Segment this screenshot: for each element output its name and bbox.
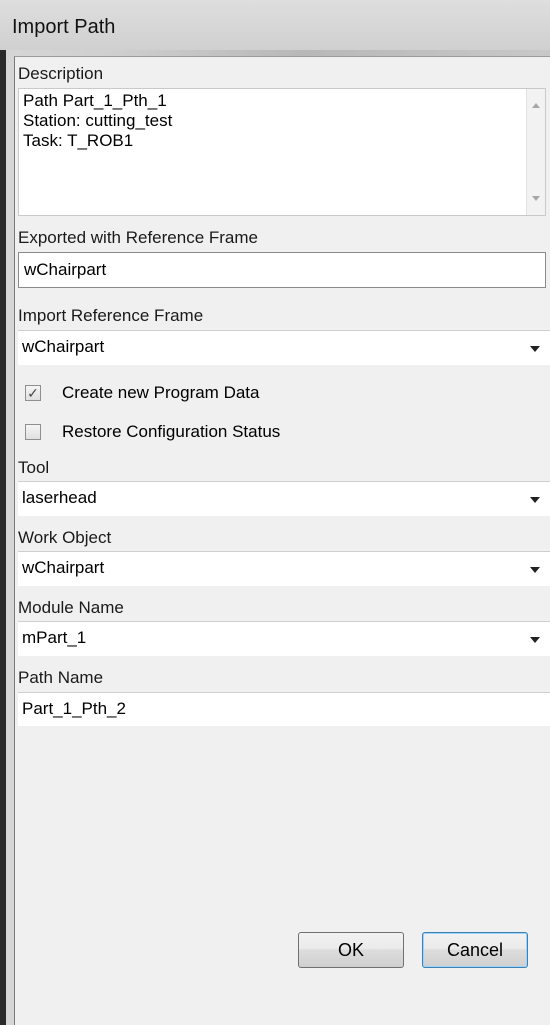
restore-config-label[interactable]: Restore Configuration Status [62, 422, 280, 442]
description-line: Station: cutting_test [23, 111, 173, 130]
module-name-value: mPart_1 [22, 628, 87, 647]
scroll-up-arrow-icon[interactable] [532, 103, 540, 108]
checkmark-icon: ✓ [27, 385, 39, 401]
dialog-title: Import Path [0, 0, 550, 50]
cancel-button[interactable]: Cancel [422, 932, 528, 968]
chevron-down-icon[interactable] [530, 637, 540, 643]
chevron-down-icon[interactable] [530, 497, 540, 503]
restore-config-checkbox[interactable] [25, 424, 41, 440]
exported-ref-value: wChairpart [24, 260, 107, 279]
description-label: Description [18, 64, 104, 83]
description-textarea[interactable]: Path Part_1_Pth_1 Station: cutting_test … [18, 88, 546, 216]
ok-button[interactable]: OK [298, 932, 404, 968]
create-program-data-label[interactable]: Create new Program Data [62, 383, 259, 403]
import-ref-value: wChairpart [22, 337, 105, 356]
module-name-label: Module Name [18, 598, 124, 617]
path-name-value: Part_1_Pth_2 [22, 699, 126, 718]
tool-value: laserhead [22, 488, 97, 507]
exported-ref-field[interactable]: wChairpart [18, 252, 546, 288]
work-object-value: wChairpart [22, 558, 105, 577]
path-name-field[interactable]: Part_1_Pth_2 [18, 692, 550, 726]
window-left-edge [0, 50, 6, 1025]
exported-ref-label: Exported with Reference Frame [18, 228, 258, 247]
tool-dropdown[interactable]: laserhead [18, 482, 550, 516]
scroll-down-arrow-icon[interactable] [532, 196, 540, 201]
work-object-label: Work Object [18, 528, 112, 547]
path-name-label: Path Name [18, 668, 104, 687]
module-name-dropdown[interactable]: mPart_1 [18, 622, 550, 656]
import-ref-label: Import Reference Frame [18, 306, 204, 325]
create-program-data-checkbox[interactable]: ✓ [25, 385, 41, 401]
chevron-down-icon[interactable] [530, 346, 540, 352]
import-ref-dropdown[interactable]: wChairpart [18, 331, 550, 365]
tool-label: Tool [18, 458, 50, 477]
description-scrollbar[interactable] [526, 89, 545, 215]
description-line: Path Part_1_Pth_1 [23, 91, 167, 110]
chevron-down-icon[interactable] [530, 567, 540, 573]
import-path-dialog: Import Path Description Path Part_1_Pth_… [0, 0, 550, 1025]
work-object-dropdown[interactable]: wChairpart [18, 552, 550, 586]
description-line: Task: T_ROB1 [23, 131, 134, 150]
